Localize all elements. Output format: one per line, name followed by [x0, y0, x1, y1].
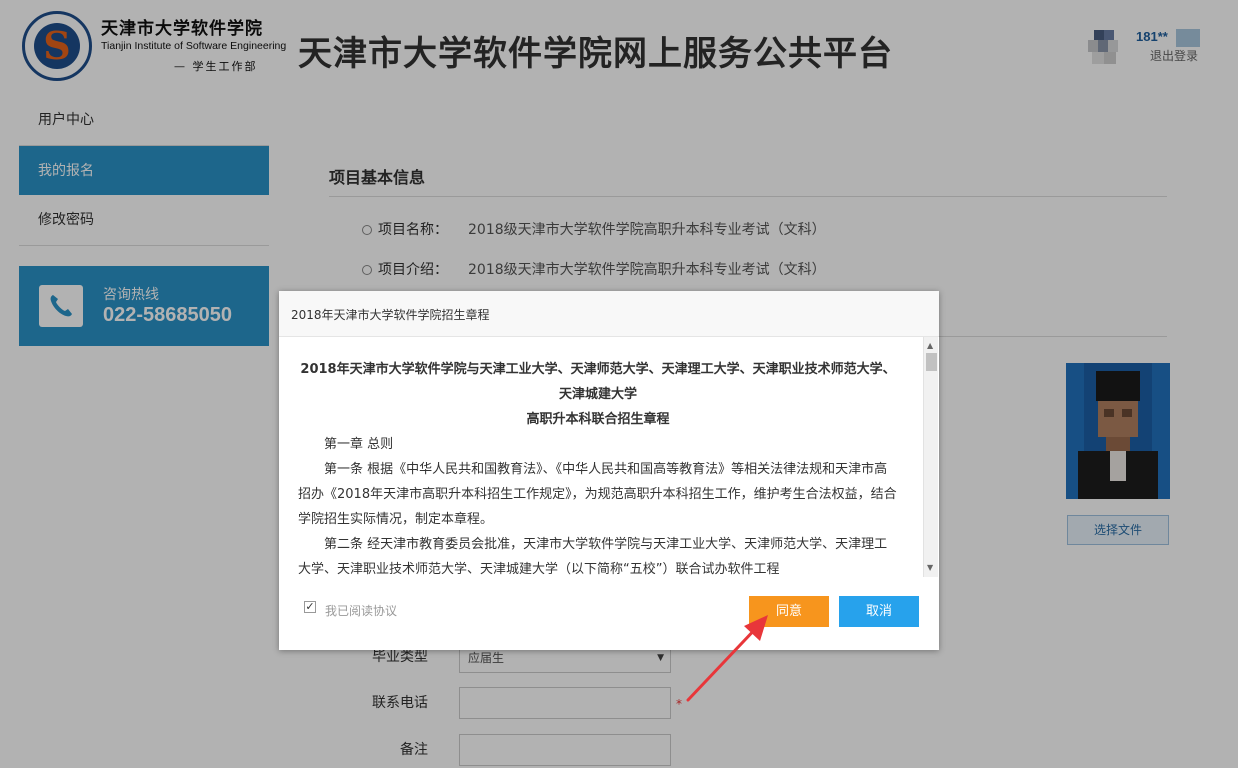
scroll-down-icon[interactable]: ▼ — [927, 563, 933, 572]
chapter-title: 第一章 总则 — [324, 437, 394, 452]
rules-document: 2018年天津市大学软件学院与天津工业大学、天津师范大学、天津理工大学、天津职业… — [298, 357, 898, 577]
cancel-button[interactable]: 取消 — [839, 596, 919, 627]
scroll-thumb[interactable] — [926, 353, 937, 371]
admission-rules-dialog: 2018年天津市大学软件学院招生章程 2018年天津市大学软件学院与天津工业大学… — [279, 291, 939, 650]
dialog-scrollbar[interactable]: ▲ ▼ — [923, 337, 938, 577]
document-heading: 2018年天津市大学软件学院与天津工业大学、天津师范大学、天津理工大学、天津职业… — [300, 362, 896, 402]
agree-checkbox-label[interactable]: 我已阅读协议 — [325, 602, 397, 619]
document-subheading: 高职升本科联合招生章程 — [526, 412, 670, 427]
dialog-header: 2018年天津市大学软件学院招生章程 — [279, 291, 939, 337]
dialog-title: 2018年天津市大学软件学院招生章程 — [291, 308, 490, 322]
annotation-arrow-icon — [686, 615, 768, 702]
dialog-footer: ✓ 我已阅读协议 同意 取消 — [279, 577, 939, 650]
agree-checkbox[interactable]: ✓ — [304, 601, 316, 613]
article-paragraph: 第二条 经天津市教育委员会批准，天津市大学软件学院与天津工业大学、天津师范大学、… — [298, 537, 888, 577]
scroll-up-icon[interactable]: ▲ — [927, 341, 933, 350]
dialog-content[interactable]: 2018年天津市大学软件学院与天津工业大学、天津师范大学、天津理工大学、天津职业… — [279, 337, 939, 577]
article-paragraph: 第一条 根据《中华人民共和国教育法》、《中华人民共和国高等教育法》等相关法律法规… — [298, 462, 897, 527]
